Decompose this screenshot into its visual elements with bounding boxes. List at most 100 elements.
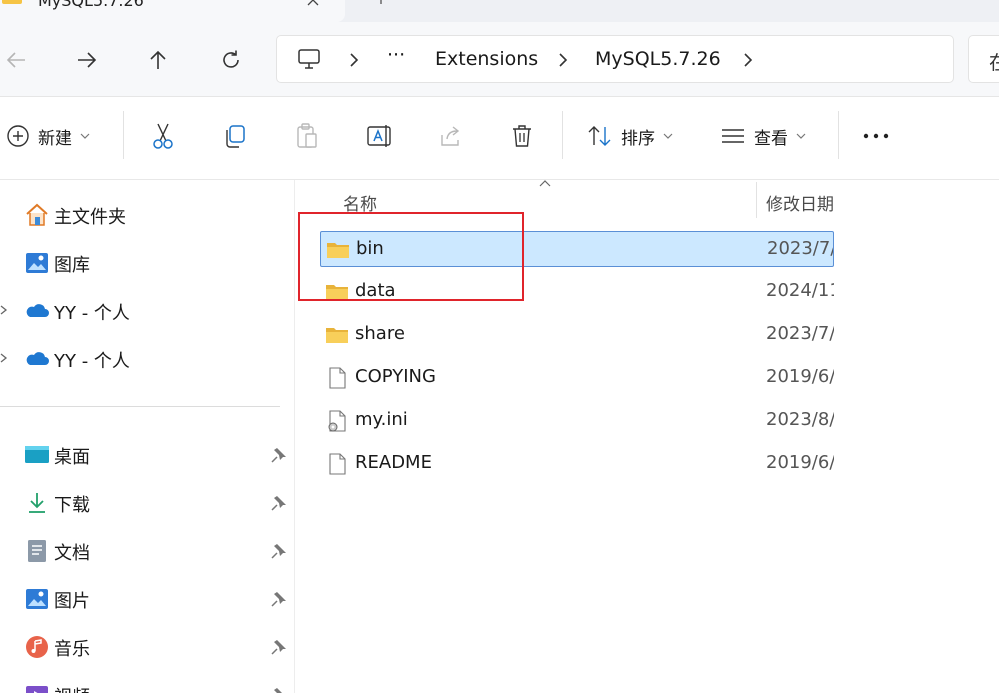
videos-icon — [26, 686, 48, 693]
chevron-right-icon[interactable] — [0, 352, 8, 364]
file-row-my-ini[interactable]: my.ini 2023/8/ — [320, 403, 834, 439]
column-divider[interactable] — [756, 182, 757, 218]
toolbar-divider — [562, 111, 563, 159]
file-icon — [329, 453, 346, 475]
rename-button[interactable] — [366, 119, 394, 153]
refresh-button[interactable] — [215, 44, 247, 76]
pin-icon[interactable] — [270, 638, 288, 656]
breadcrumb-mysql[interactable]: MySQL5.7.26 — [595, 48, 721, 70]
up-button[interactable] — [142, 44, 174, 76]
file-date: 2019/6/ — [766, 366, 834, 387]
new-button[interactable]: 新建 — [6, 119, 90, 153]
delete-button[interactable] — [510, 119, 534, 153]
folder-icon — [2, 0, 22, 4]
sort-button[interactable]: 排序 — [587, 119, 673, 153]
sidebar-item-label: 图库 — [54, 255, 90, 276]
navigation-pane: 主文件夹 图库 YY - 个人 YY - 个人 桌面 下载 文档 图片 音乐 — [0, 180, 295, 693]
copy-button[interactable] — [222, 119, 248, 153]
close-icon[interactable] — [306, 0, 320, 7]
share-button[interactable] — [438, 119, 464, 153]
more-options-button[interactable] — [862, 119, 890, 153]
refresh-icon — [223, 50, 239, 68]
breadcrumb-extensions[interactable]: Extensions — [435, 48, 538, 70]
sidebar-item-label: YY - 个人 — [54, 303, 130, 324]
search-input[interactable]: 在 — [968, 35, 999, 83]
back-button[interactable] — [0, 44, 32, 76]
sidebar-item-downloads[interactable]: 下载 — [0, 482, 295, 522]
sidebar-item-onedrive-1[interactable]: YY - 个人 — [0, 290, 295, 330]
sidebar-item-label: 视频 — [54, 683, 90, 693]
arrow-right-icon — [78, 52, 97, 68]
tab-title: MySQL5.7.26 — [38, 0, 144, 10]
sidebar-item-label: 音乐 — [54, 639, 90, 660]
file-row-copying[interactable]: COPYING 2019/6/ — [320, 360, 834, 396]
address-bar[interactable]: ··· Extensions MySQL5.7.26 — [276, 35, 954, 83]
new-tab-plus-icon[interactable] — [375, 0, 387, 4]
scissors-icon — [153, 123, 173, 149]
file-name: my.ini — [355, 409, 408, 430]
sidebar-item-label: 下载 — [54, 495, 90, 516]
sidebar-item-gallery[interactable]: 图库 — [0, 242, 295, 282]
chevron-down-icon — [796, 133, 806, 139]
pin-icon[interactable] — [270, 446, 288, 464]
chevron-down-icon — [80, 133, 90, 139]
sidebar-item-label: 图片 — [54, 591, 90, 612]
documents-icon — [28, 540, 46, 562]
computer-icon — [298, 49, 320, 69]
file-name: COPYING — [355, 366, 436, 387]
sidebar-item-pictures[interactable]: 图片 — [0, 578, 295, 618]
tab-mysql[interactable]: MySQL5.7.26 — [0, 0, 345, 22]
toolbar-divider — [123, 111, 124, 159]
file-name: share — [355, 323, 405, 344]
sidebar-item-music[interactable]: 音乐 — [0, 626, 295, 666]
breadcrumb-overflow[interactable]: ··· — [387, 44, 405, 66]
list-view-icon — [722, 129, 744, 143]
sidebar-item-label: 主文件夹 — [54, 207, 126, 228]
sidebar-item-label: 文档 — [54, 543, 90, 564]
sidebar-item-label: YY - 个人 — [54, 351, 130, 372]
file-row-readme[interactable]: README 2019/6/ — [320, 446, 834, 482]
file-date: 2023/7/ — [767, 238, 834, 259]
sort-ascending-icon — [539, 180, 551, 187]
file-date: 2019/6/ — [766, 452, 834, 473]
sidebar-item-videos[interactable]: 视频 — [0, 674, 295, 693]
file-name: README — [355, 452, 432, 473]
chevron-right-icon — [559, 53, 568, 67]
navigation-bar: ··· Extensions MySQL5.7.26 在 — [0, 22, 999, 97]
pictures-icon — [26, 589, 48, 609]
folder-icon — [326, 328, 348, 343]
sidebar-item-onedrive-2[interactable]: YY - 个人 — [0, 338, 295, 378]
desktop-icon — [25, 446, 49, 463]
arrow-left-icon — [6, 52, 25, 68]
pin-icon[interactable] — [270, 590, 288, 608]
cut-button[interactable] — [150, 119, 176, 153]
sidebar-item-home[interactable]: 主文件夹 — [0, 194, 295, 234]
file-icon — [329, 367, 346, 389]
chevron-right-icon[interactable] — [0, 304, 8, 316]
file-date: 2023/7/ — [766, 323, 834, 344]
settings-file-icon — [328, 410, 346, 432]
toolbar-divider — [838, 111, 839, 159]
download-icon — [29, 493, 45, 513]
paste-button[interactable] — [294, 119, 320, 153]
sidebar-item-documents[interactable]: 文档 — [0, 530, 295, 570]
view-button[interactable]: 查看 — [720, 119, 806, 153]
annotation-highlight-box — [298, 212, 524, 301]
file-date: 2024/11 — [766, 280, 834, 301]
sidebar-item-desktop[interactable]: 桌面 — [0, 434, 295, 474]
chevron-down-icon — [663, 133, 673, 139]
home-icon — [26, 203, 48, 226]
pin-icon[interactable] — [270, 542, 288, 560]
forward-button[interactable] — [71, 44, 103, 76]
chevron-right-icon — [744, 53, 753, 67]
pin-icon[interactable] — [270, 494, 288, 512]
clipboard-icon — [297, 123, 317, 148]
file-row-share[interactable]: share 2023/7/ — [320, 317, 834, 353]
command-bar: 新建 排序 查看 — [0, 97, 999, 180]
pin-icon[interactable] — [270, 686, 288, 693]
column-date-header[interactable]: 修改日期 — [766, 190, 834, 215]
onedrive-cloud-icon — [26, 304, 49, 317]
share-icon — [441, 126, 460, 146]
onedrive-cloud-icon — [26, 352, 49, 365]
tab-strip: MySQL5.7.26 — [0, 0, 999, 22]
